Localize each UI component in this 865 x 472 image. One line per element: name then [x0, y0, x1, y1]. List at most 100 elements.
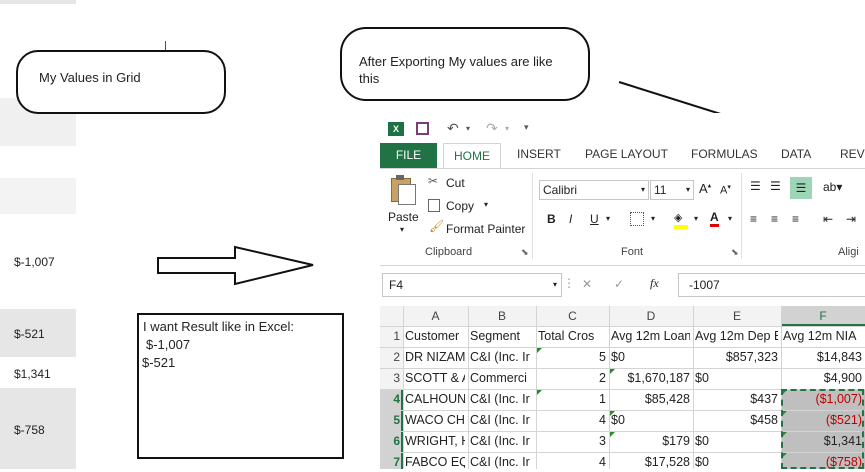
font-color-icon[interactable]: A	[710, 210, 719, 227]
format-painter-button[interactable]: Format Painter	[446, 222, 525, 236]
tab-data[interactable]: DATA	[781, 147, 811, 161]
cell[interactable]: $857,323	[695, 348, 778, 366]
undo-icon[interactable]: ↶	[447, 120, 459, 137]
font-name-select[interactable]: Calibri ▾	[539, 180, 649, 200]
formula-input[interactable]: -1007	[678, 273, 865, 297]
cell[interactable]: $0	[695, 453, 778, 471]
cell[interactable]: $0	[611, 348, 690, 366]
tab-review[interactable]: REVI	[840, 147, 865, 161]
cut-icon[interactable]: ✂	[428, 174, 438, 188]
cell[interactable]: $458	[695, 411, 778, 429]
undo-dropdown-icon[interactable]: ▾	[466, 124, 470, 133]
row-header[interactable]: 3	[380, 368, 400, 388]
redo-dropdown-icon[interactable]: ▾	[505, 124, 509, 133]
bold-icon[interactable]: B	[547, 212, 556, 226]
increase-indent-icon[interactable]: ⇥	[846, 212, 856, 226]
cell[interactable]: $4,900	[783, 369, 862, 387]
clipboard-launcher-icon[interactable]: ⬊	[521, 247, 529, 258]
row-header[interactable]: 7	[380, 452, 400, 472]
cell[interactable]: $17,528	[611, 453, 690, 471]
tab-formulas[interactable]: FORMULAS	[691, 147, 758, 161]
tab-home[interactable]: HOME	[443, 143, 501, 170]
cell[interactable]: $14,843	[783, 348, 862, 366]
cell[interactable]: SCOTT & A	[405, 369, 465, 387]
align-right-icon[interactable]: ≡	[792, 212, 799, 226]
cell[interactable]: FABCO EQ	[405, 453, 465, 471]
row-header[interactable]: 5	[380, 410, 400, 430]
save-icon[interactable]	[416, 122, 429, 135]
cancel-icon[interactable]: ✕	[582, 277, 592, 291]
fill-color-dropdown-icon[interactable]: ▾	[694, 214, 698, 223]
tab-page-layout[interactable]: PAGE LAYOUT	[585, 147, 668, 161]
copy-dropdown-icon[interactable]: ▾	[484, 200, 488, 209]
decrease-font-icon[interactable]: A▾	[720, 183, 731, 197]
cell[interactable]: C&I (Inc. Ir	[470, 390, 533, 408]
cell[interactable]: 3	[538, 432, 606, 450]
cell[interactable]: CALHOUN	[405, 390, 465, 408]
paste-icon[interactable]	[391, 174, 416, 205]
font-size-select[interactable]: 11 ▾	[650, 180, 694, 200]
cell[interactable]: 1	[538, 390, 606, 408]
paste-dropdown-icon[interactable]: ▾	[400, 225, 404, 234]
underline-dropdown-icon[interactable]: ▾	[606, 214, 610, 223]
cell[interactable]: $1,670,187	[611, 369, 690, 387]
paste-button[interactable]: Paste	[388, 210, 419, 224]
cell[interactable]: C&I (Inc. Ir	[470, 432, 533, 450]
cell[interactable]: 5	[538, 348, 606, 366]
increase-font-icon[interactable]: A▴	[699, 181, 711, 196]
row-header[interactable]: 6	[380, 431, 400, 451]
cell[interactable]: $0	[695, 432, 778, 450]
cell[interactable]: $437	[695, 390, 778, 408]
tab-insert[interactable]: INSERT	[517, 147, 561, 161]
cell[interactable]: $179	[611, 432, 690, 450]
column-header-f[interactable]: F	[781, 306, 865, 326]
row-header[interactable]: 1	[380, 326, 400, 346]
cell[interactable]: C&I (Inc. Ir	[470, 411, 533, 429]
cut-button[interactable]: Cut	[446, 176, 465, 190]
name-box[interactable]: F4 ▾	[382, 273, 562, 297]
font-launcher-icon[interactable]: ⬊	[731, 247, 739, 258]
fill-color-icon[interactable]: ◈	[674, 211, 688, 229]
cell[interactable]: Total Cros	[538, 327, 606, 345]
align-left-icon[interactable]: ≡	[750, 212, 757, 226]
cell[interactable]: $0	[611, 411, 690, 429]
column-header-a[interactable]: A	[403, 306, 468, 326]
align-middle-icon[interactable]: ☰	[770, 179, 781, 193]
borders-icon[interactable]	[630, 212, 644, 226]
align-top-icon[interactable]: ☰	[750, 179, 761, 193]
underline-icon[interactable]: U	[590, 212, 599, 226]
borders-dropdown-icon[interactable]: ▾	[651, 214, 655, 223]
enter-icon[interactable]: ✓	[614, 277, 624, 291]
copy-icon[interactable]	[428, 199, 440, 212]
column-header-b[interactable]: B	[468, 306, 536, 326]
cell[interactable]: Segment	[470, 327, 533, 345]
row-header[interactable]: 2	[380, 347, 400, 367]
cell[interactable]: WACO CHI	[405, 411, 465, 429]
cell[interactable]: DR NIZAM	[405, 348, 465, 366]
cell[interactable]: Avg 12m Loan	[611, 327, 690, 345]
redo-icon[interactable]: ↷	[486, 120, 498, 137]
column-header-c[interactable]: C	[536, 306, 609, 326]
cell[interactable]: 4	[538, 453, 606, 471]
tab-file[interactable]: FILE	[380, 143, 437, 168]
align-center-icon[interactable]: ≡	[771, 212, 778, 226]
cell[interactable]: 4	[538, 411, 606, 429]
select-all-corner[interactable]	[380, 306, 402, 325]
insert-function-icon[interactable]: fx	[650, 276, 659, 291]
cell[interactable]: Avg 12m NIA	[783, 327, 862, 345]
font-color-dropdown-icon[interactable]: ▾	[728, 214, 732, 223]
cell[interactable]: $85,428	[611, 390, 690, 408]
cell[interactable]: C&I (Inc. Ir	[470, 453, 533, 471]
row-header[interactable]: 4	[380, 389, 400, 409]
cell[interactable]: C&I (Inc. Ir	[470, 348, 533, 366]
decrease-indent-icon[interactable]: ⇤	[823, 212, 833, 226]
cell[interactable]: $0	[695, 369, 778, 387]
italic-icon[interactable]: I	[569, 212, 572, 226]
cell[interactable]: 2	[538, 369, 606, 387]
align-bottom-icon[interactable]: ☰	[790, 177, 812, 199]
format-painter-icon[interactable]: 🖌	[429, 219, 444, 233]
cell[interactable]: Avg 12m Dep B	[695, 327, 778, 345]
column-header-e[interactable]: E	[693, 306, 781, 326]
customize-qat-icon[interactable]: ▾	[524, 122, 529, 133]
orientation-icon[interactable]: ab▾	[823, 180, 842, 194]
